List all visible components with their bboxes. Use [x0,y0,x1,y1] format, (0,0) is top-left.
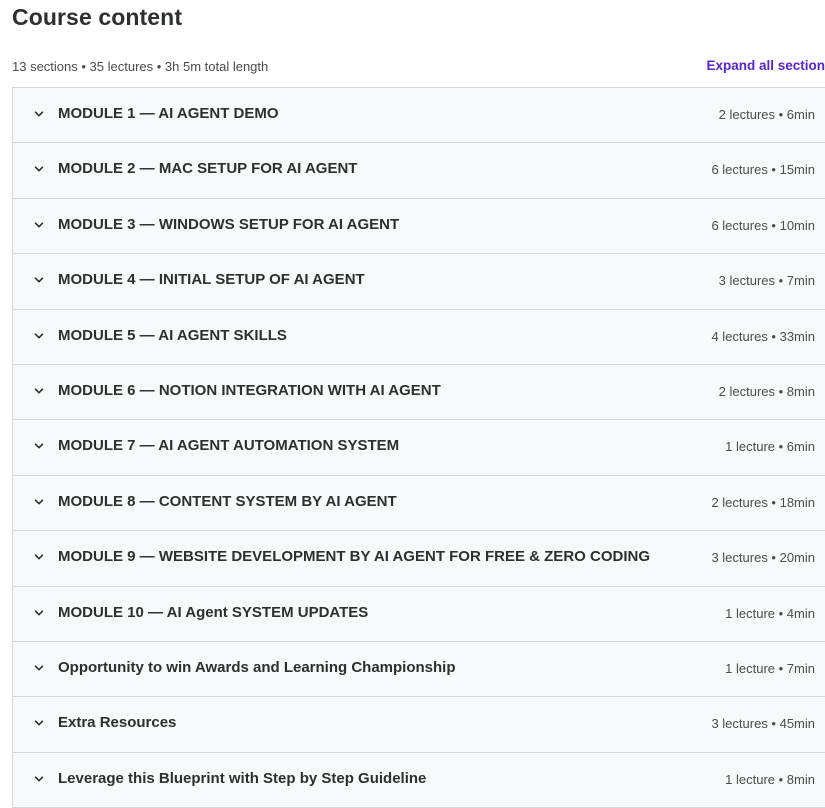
section-title: MODULE 1 — AI AGENT DEMO [58,105,279,122]
section-title: Extra Resources [58,714,177,732]
course-stats: 13 sections • 35 lectures • 3h 5m total … [12,59,269,74]
chevron-down-icon [34,499,44,505]
section-row-2[interactable]: MODULE 2 — MAC SETUP FOR AI AGENT 6 lect… [13,143,825,199]
chevron-down-icon [34,720,44,726]
section-lecture-info: 6 lectures • 10min [711,217,815,233]
section-lecture-info: 1 lecture • 4min [725,605,815,621]
section-row-10[interactable]: MODULE 10 — AI Agent SYSTEM UPDATES 1 le… [13,586,825,642]
chevron-down-icon [34,443,44,449]
section-title: MODULE 4 — INITIAL SETUP OF AI AGENT [58,271,365,289]
section-title: MODULE 5 — AI AGENT SKILLS [58,326,287,344]
section-row-4[interactable]: MODULE 4 — INITIAL SETUP OF AI AGENT 3 l… [13,254,825,310]
section-row-5[interactable]: MODULE 5 — AI AGENT SKILLS 4 lectures • … [13,309,825,365]
section-row-1[interactable]: MODULE 1 — AI AGENT DEMO 2 lectures • 6m… [13,88,825,144]
section-lecture-info: 3 lectures • 45min [711,716,815,732]
page-title: Course content [12,4,183,30]
section-title: MODULE 2 — MAC SETUP FOR AI AGENT [58,160,358,178]
chevron-down-icon [34,609,44,616]
section-row-11[interactable]: Opportunity to win Awards and Learning C… [13,641,825,698]
section-title: MODULE 9 — WEBSITE DEVELOPMENT BY AI AGE… [58,548,650,566]
section-title: Opportunity to win Awards and Learning C… [58,658,456,676]
chevron-down-icon [34,388,44,394]
section-lecture-info: 2 lectures • 8min [718,383,815,399]
course-meta-row: 13 sections • 35 lectures • 3h 5m total … [12,58,825,78]
section-lecture-info: 4 lectures • 33min [711,328,815,344]
chevron-down-icon [34,332,44,339]
section-row-3[interactable]: MODULE 3 — WINDOWS SETUP FOR AI AGENT 6 … [13,198,825,255]
chevron-down-icon [34,554,44,560]
chevron-down-icon [34,166,44,172]
section-row-9[interactable]: MODULE 9 — WEBSITE DEVELOPMENT BY AI AGE… [13,531,825,587]
section-lecture-info: 1 lecture • 6min [725,439,815,455]
section-title: MODULE 8 — CONTENT SYSTEM BY AI AGENT [58,492,397,510]
chevron-down-icon [34,665,44,671]
chevron-down-icon [34,222,44,228]
expand-all-sections-button[interactable]: Expand all section [706,58,825,73]
section-row-6[interactable]: MODULE 6 — NOTION INTEGRATION WITH AI AG… [13,364,825,421]
section-lecture-info: 6 lectures • 15min [711,162,815,178]
chevron-down-icon [34,277,44,283]
section-title: Leverage this Blueprint with Step by Ste… [58,769,427,787]
section-lecture-info: 1 lecture • 8min [725,771,815,787]
section-title: MODULE 6 — NOTION INTEGRATION WITH AI AG… [58,381,441,399]
section-row-13[interactable]: Leverage this Blueprint with Step by Ste… [13,752,825,808]
section-title: MODULE 7 — AI AGENT AUTOMATION SYSTEM [58,437,400,455]
section-lecture-info: 2 lectures • 18min [711,494,815,510]
chevron-down-icon [34,776,44,782]
sections-accordion: MODULE 1 — AI AGENT DEMO 2 lectures • 6m… [12,87,825,808]
course-content-panel: Course content 13 sections • 35 lectures… [0,0,825,808]
section-row-12[interactable]: Extra Resources 3 lectures • 45min [13,697,825,753]
section-title: MODULE 10 — AI Agent SYSTEM UPDATES [58,603,369,621]
section-lecture-info: 3 lectures • 7min [718,273,815,289]
chevron-down-icon [34,111,44,117]
section-lecture-info: 2 lectures • 6min [718,107,815,122]
section-title: MODULE 3 — WINDOWS SETUP FOR AI AGENT [58,215,400,233]
section-row-8[interactable]: MODULE 8 — CONTENT SYSTEM BY AI AGENT 2 … [13,475,825,532]
section-row-7[interactable]: MODULE 7 — AI AGENT AUTOMATION SYSTEM 1 … [13,420,825,476]
section-lecture-info: 1 lecture • 7min [725,660,815,676]
section-lecture-info: 3 lectures • 20min [711,550,815,566]
